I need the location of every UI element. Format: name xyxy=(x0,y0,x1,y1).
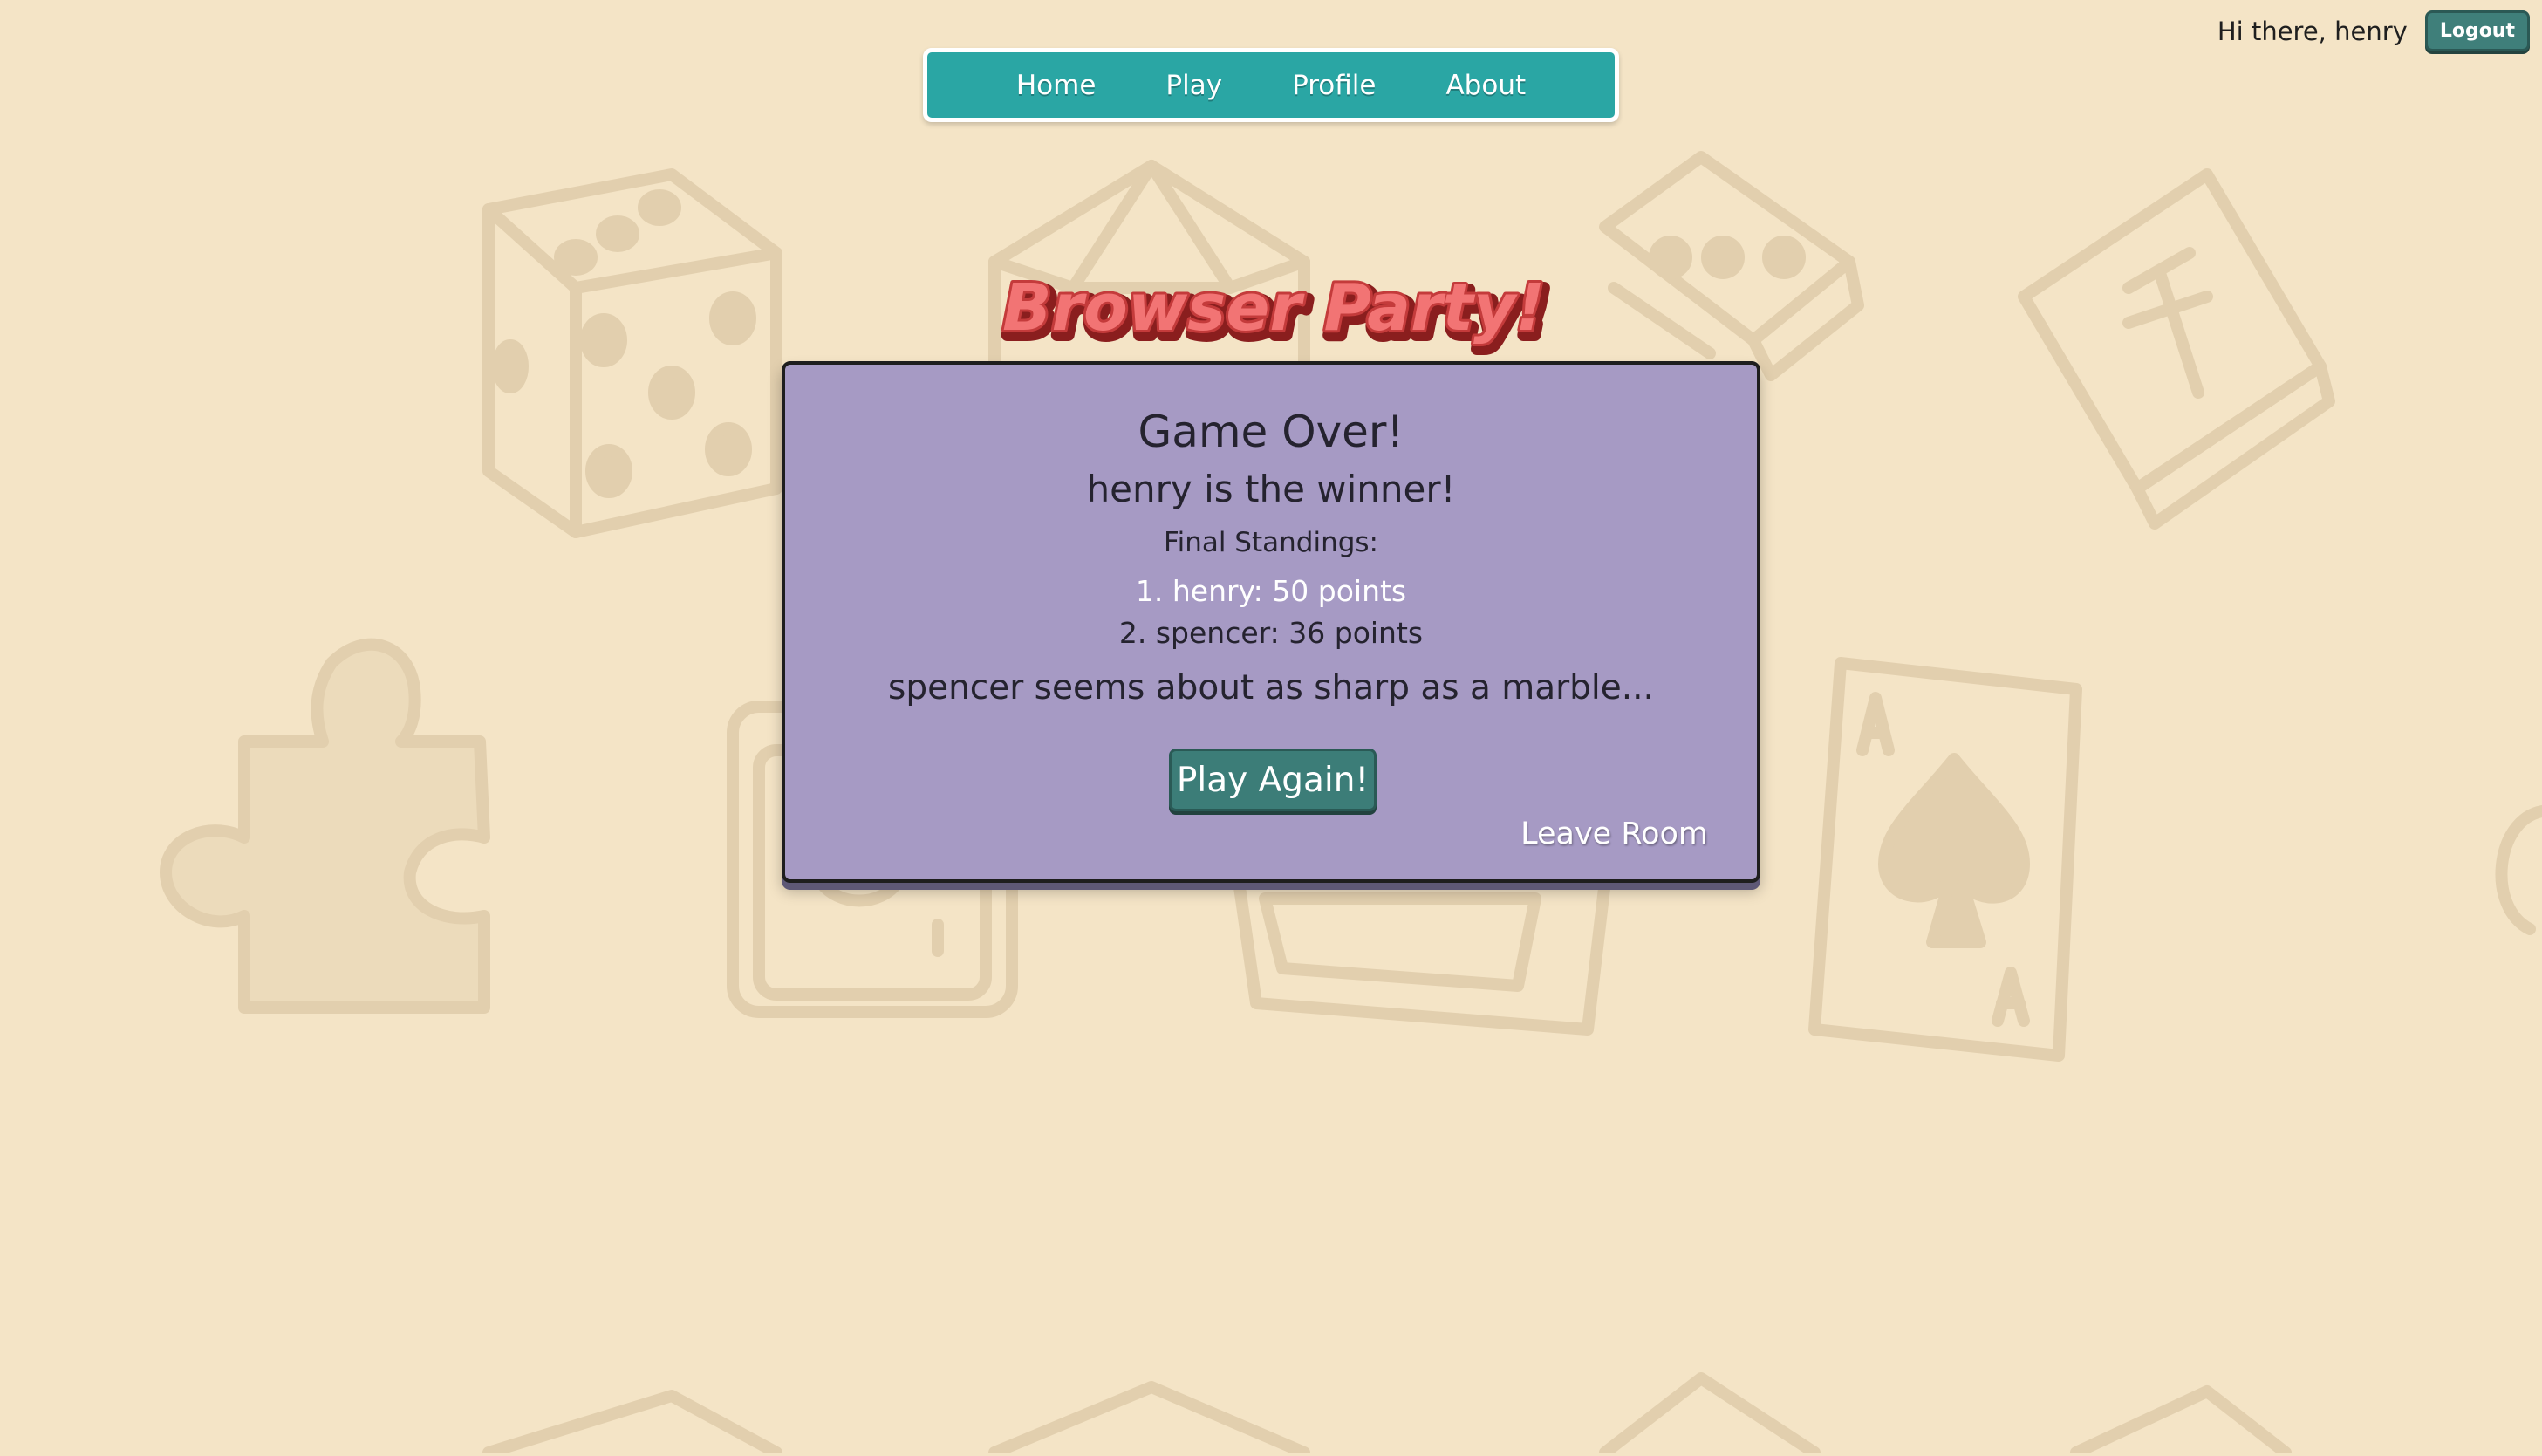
standing-row: 1. henry: 50 points xyxy=(1135,574,1407,608)
game-over-title: Game Over! xyxy=(1138,407,1404,457)
domino-icon xyxy=(1599,151,1864,381)
play-again-button[interactable]: Play Again! xyxy=(1169,749,1377,811)
leave-room-link[interactable]: Leave Room xyxy=(1520,817,1708,851)
ace-of-spades-icon xyxy=(1808,657,2082,1062)
taunt-message: spencer seems about as sharp as a marble… xyxy=(888,668,1654,707)
mahjong-tile-icon xyxy=(2018,168,2335,530)
site-logo: Browser Party! Browser Party! xyxy=(1000,262,1555,366)
dice-icon xyxy=(482,168,782,538)
logout-button[interactable]: Logout xyxy=(2424,10,2530,51)
puzzle-piece-icon xyxy=(160,638,490,1014)
logo-text: Browser Party! xyxy=(1002,270,1545,345)
nav-play[interactable]: Play xyxy=(1131,70,1257,101)
game-over-panel: Game Over! henry is the winner! Final St… xyxy=(782,361,1760,883)
nav-home[interactable]: Home xyxy=(981,70,1131,101)
standings-heading: Final Standings: xyxy=(1164,527,1378,558)
greeting-text: Hi there, henry xyxy=(2217,16,2408,46)
standing-row: 2. spencer: 36 points xyxy=(1118,616,1424,650)
nav-about[interactable]: About xyxy=(1411,70,1561,101)
user-bar: Hi there, henry Logout xyxy=(2217,10,2530,51)
nav-profile[interactable]: Profile xyxy=(1257,70,1411,101)
winner-text: henry is the winner! xyxy=(1086,468,1456,510)
main-nav: Home Play Profile About xyxy=(923,48,1619,122)
card-stack-icon xyxy=(1233,875,1611,1036)
